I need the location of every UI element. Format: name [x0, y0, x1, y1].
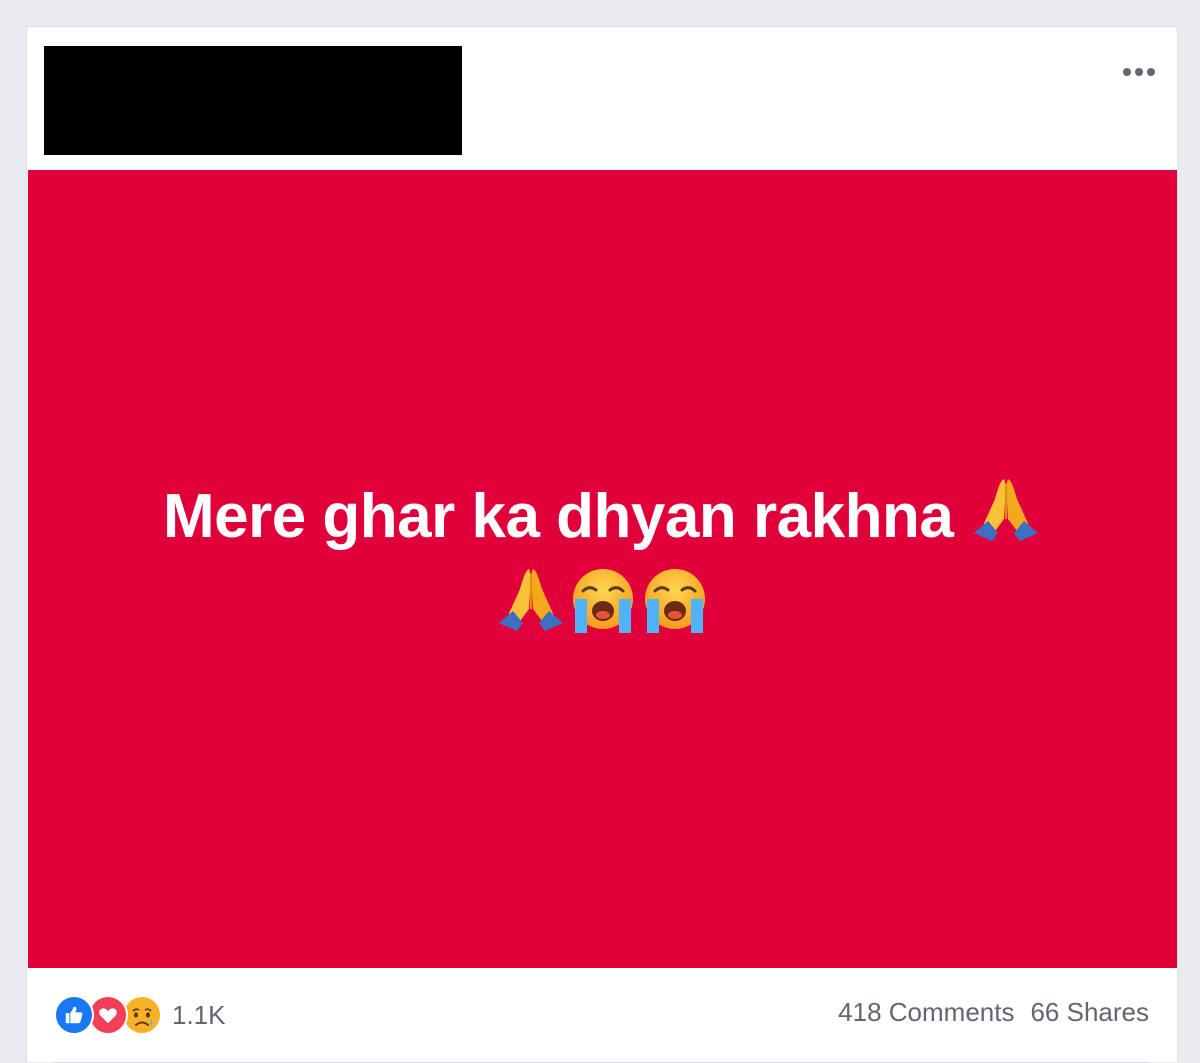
post-text: Mere ghar ka dhyan rakhna: [103, 475, 1103, 637]
love-reaction-icon: [88, 995, 128, 1035]
engagement-counts: 418 Comments 66 Shares: [838, 997, 1149, 1028]
more-options-icon: [1123, 68, 1131, 76]
more-options-dot: [1135, 68, 1143, 76]
sad-reaction-icon: [122, 995, 162, 1035]
like-reaction-icon: [54, 995, 94, 1035]
folded-hands-icon: [974, 479, 1039, 541]
post-message: Mere ghar ka dhyan rakhna: [162, 482, 954, 551]
reactions-summary[interactable]: 1.1K: [54, 995, 226, 1035]
redacted-author-header: [44, 46, 462, 155]
post-emoji-row: [495, 565, 711, 637]
comments-count-link[interactable]: 418 Comments: [838, 997, 1014, 1028]
more-options-button[interactable]: [1111, 57, 1167, 87]
post-background: Mere ghar ka dhyan rakhna: [28, 170, 1177, 968]
loudly-crying-face-icon: [644, 568, 705, 633]
more-options-dot: [1147, 68, 1155, 76]
reaction-count: 1.1K: [172, 999, 226, 1030]
post-footer: 1.1K 418 Comments 66 Shares: [27, 968, 1177, 1063]
loudly-crying-face-icon: [572, 568, 633, 633]
post-card: Mere ghar ka dhyan rakhna 1.1K 418 Comme…: [26, 26, 1178, 1063]
shares-count-link[interactable]: 66 Shares: [1030, 997, 1149, 1028]
folded-hands-icon: [498, 568, 563, 631]
